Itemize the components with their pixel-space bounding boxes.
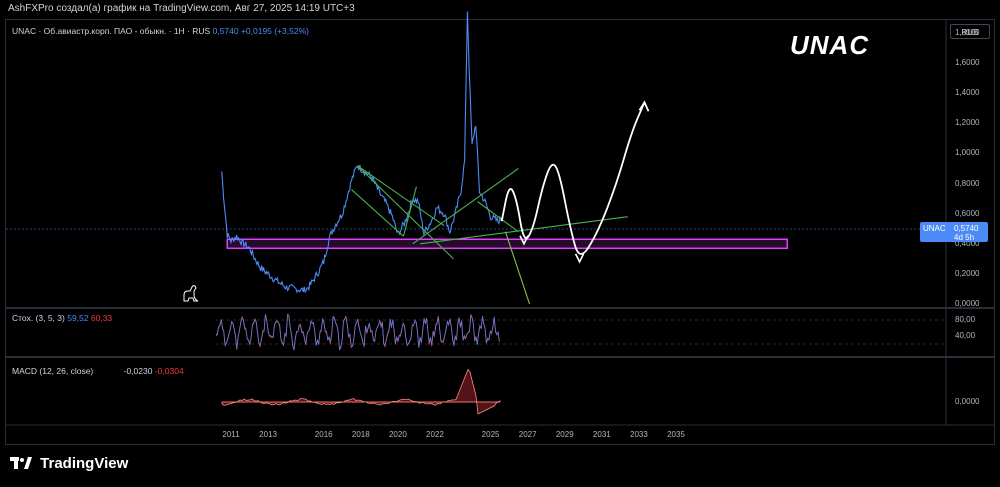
- price-chart[interactable]: [0, 0, 1000, 487]
- price-axis-tick: 1,6000: [955, 58, 980, 68]
- macd-label: MACD (12, 26, close): [12, 366, 94, 376]
- tradingview-brand: TradingView: [40, 455, 129, 472]
- stoch-k-value: 59,52: [67, 313, 89, 323]
- macd-axis-tick: 0,0000: [955, 397, 980, 406]
- macd-legend[interactable]: MACD (12, 26, close) -0,0230 -0,0304: [12, 366, 184, 376]
- forecast-arrow: [574, 253, 585, 264]
- time-axis-tick: 2018: [351, 430, 370, 439]
- time-axis-tick: 2020: [388, 430, 407, 439]
- stoch-legend[interactable]: Стох. (3, 5, 3) 59,52 60,33: [12, 313, 112, 323]
- last-price-tag: UNAC 0,5740 4d 5h: [920, 222, 988, 242]
- trendline: [477, 201, 519, 233]
- price-axis-tick: 0,8000: [955, 178, 980, 188]
- forecast-path: [500, 101, 646, 255]
- price-axis-tick: 1,4000: [955, 88, 980, 98]
- tradingview-logo-icon: [10, 456, 32, 473]
- time-axis-tick: 2029: [555, 430, 574, 439]
- price-tag-countdown: 4d 5h: [954, 233, 975, 242]
- price-line: [221, 11, 503, 294]
- time-axis-tick: 2031: [592, 430, 611, 439]
- time-axis-tick: 2013: [259, 430, 277, 439]
- time-axis-tick: 2027: [518, 430, 537, 439]
- time-axis-tick: 2035: [667, 430, 685, 439]
- stoch-label: Стох. (3, 5, 3): [12, 313, 65, 323]
- price-tag-symbol: UNAC: [923, 224, 946, 233]
- time-axis-tick: 2011: [222, 430, 240, 439]
- macd-value: -0,0230: [123, 366, 153, 376]
- dino-icon: [183, 285, 199, 302]
- stoch-d-value: 60,33: [90, 313, 113, 323]
- price-axis-tick: 1,8000: [955, 28, 980, 37]
- time-axis-tick: 2022: [426, 430, 444, 439]
- stoch-axis-tick: 40,00: [955, 331, 976, 340]
- stoch-axis-tick: 80,00: [955, 315, 976, 324]
- price-axis-tick: 0,2000: [955, 268, 980, 278]
- price-axis-tick: 0,0000: [955, 299, 980, 308]
- stoch-k-line: [215, 314, 500, 351]
- macd-histogram: [221, 368, 501, 415]
- trendline: [356, 165, 445, 227]
- macd-signal-value: -0,0304: [154, 366, 184, 376]
- time-axis-tick: 2025: [481, 430, 500, 439]
- price-tag-price: 0,5740: [954, 224, 979, 233]
- support-zone-rect: [226, 238, 788, 250]
- price-axis-tick: 1,0000: [955, 148, 980, 158]
- time-axis-tick: 2016: [314, 430, 333, 439]
- price-axis-tick: 1,2000: [955, 118, 980, 128]
- tradingview-logo[interactable]: TradingView: [10, 455, 128, 473]
- price-axis-tick: 0,6000: [955, 208, 980, 218]
- time-axis-tick: 2033: [630, 430, 648, 439]
